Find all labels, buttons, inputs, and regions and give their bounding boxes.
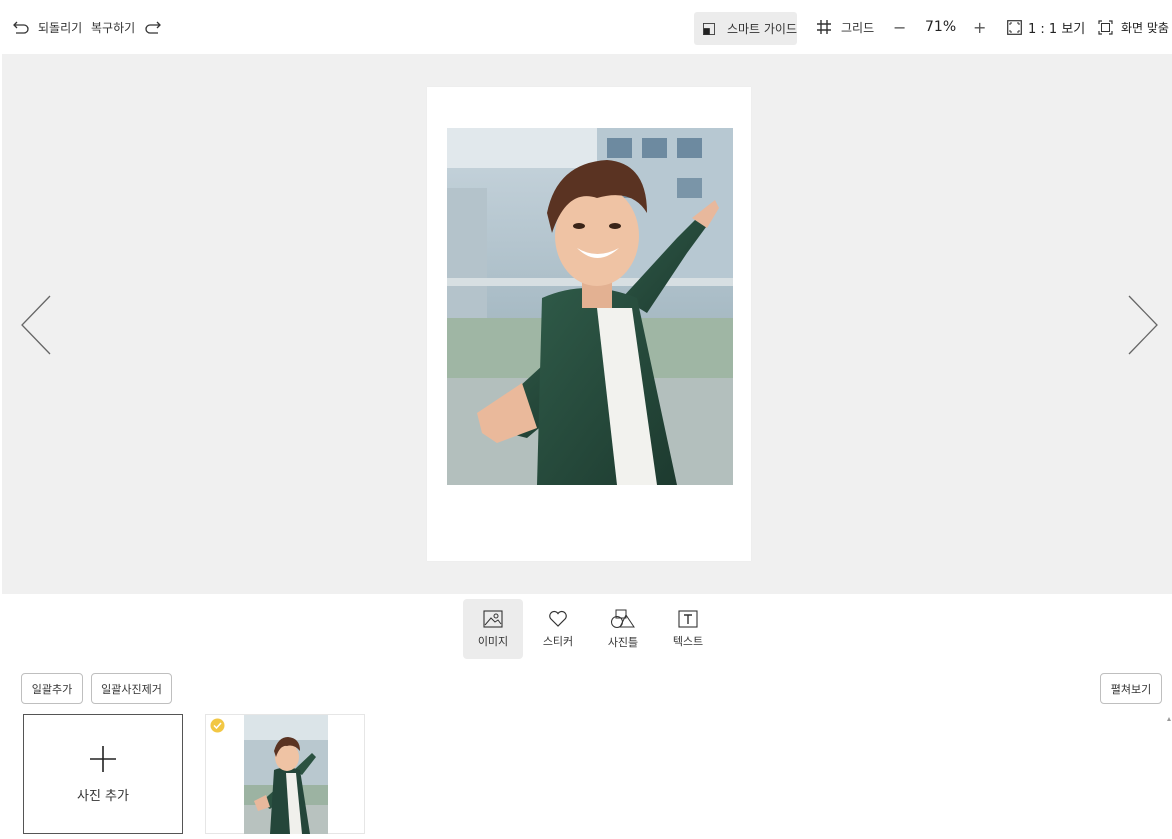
tab-image[interactable]: 이미지 xyxy=(463,599,523,659)
previous-page-button[interactable] xyxy=(19,294,53,356)
bulk-add-button[interactable]: 일괄추가 xyxy=(21,673,83,704)
tab-sticker-label: 스티커 xyxy=(542,634,574,648)
scroll-indicator[interactable] xyxy=(1166,716,1172,724)
tab-image-label: 이미지 xyxy=(477,634,509,648)
one-to-one-label: 1 : 1 보기 xyxy=(1028,21,1086,37)
image-icon xyxy=(483,609,503,628)
smart-guide-label: 스마트 가이드 xyxy=(726,22,797,36)
undo-label: 되돌리기 xyxy=(38,20,83,35)
top-toolbar: 되돌리기 복구하기 스마트 가이드 그리드 − 71% + 1 : 1 보기 화… xyxy=(0,0,1172,54)
chevron-left-icon xyxy=(21,295,51,355)
fit-screen-button[interactable]: 화면 맞춤 xyxy=(1098,0,1169,54)
redo-button[interactable]: 복구하기 xyxy=(91,0,162,54)
tab-text-label: 텍스트 xyxy=(672,634,704,648)
placed-photo[interactable] xyxy=(447,128,733,485)
check-badge-icon xyxy=(210,718,225,733)
actual-size-icon xyxy=(1007,19,1022,35)
redo-label: 복구하기 xyxy=(91,20,136,35)
add-photo-label: 사진 추가 xyxy=(77,788,129,804)
plus-icon xyxy=(90,745,116,772)
tab-photo-frame[interactable]: 사진틀 xyxy=(593,599,653,659)
edit-tool-tabs: 이미지 스티커 사진틀 텍스트 xyxy=(463,599,718,659)
photo-page xyxy=(427,87,751,561)
smart-guide-icon xyxy=(703,22,715,35)
fit-screen-label: 화면 맞춤 xyxy=(1121,20,1169,35)
zoom-in-button[interactable]: + xyxy=(973,0,986,54)
add-photo-button[interactable]: 사진 추가 xyxy=(23,714,183,834)
redo-icon xyxy=(145,21,162,34)
photo-thumbnail[interactable] xyxy=(205,714,365,834)
one-to-one-view-button[interactable]: 1 : 1 보기 xyxy=(1007,0,1085,54)
frame-shapes-icon xyxy=(611,609,635,628)
portrait-photo xyxy=(447,128,733,485)
tab-sticker[interactable]: 스티커 xyxy=(528,599,588,659)
spread-view-button[interactable]: 펼쳐보기 xyxy=(1100,673,1162,704)
grid-icon xyxy=(817,20,831,34)
zoom-out-button[interactable]: − xyxy=(893,0,906,54)
text-icon xyxy=(678,609,698,628)
heart-icon xyxy=(549,610,567,627)
chevron-right-icon xyxy=(1128,295,1158,355)
editor-canvas xyxy=(2,54,1172,594)
fit-screen-icon xyxy=(1098,19,1113,35)
thumbnail-image xyxy=(244,715,328,834)
grid-button[interactable]: 그리드 xyxy=(816,0,874,54)
tab-photo-frame-label: 사진틀 xyxy=(607,635,639,649)
bulk-remove-photos-button[interactable]: 일괄사진제거 xyxy=(91,673,172,704)
next-page-button[interactable] xyxy=(1126,294,1160,356)
undo-icon xyxy=(13,21,29,34)
smart-guide-button[interactable]: 스마트 가이드 xyxy=(694,12,797,45)
zoom-level: 71% xyxy=(925,19,957,35)
grid-label: 그리드 xyxy=(841,20,875,35)
undo-button[interactable]: 되돌리기 xyxy=(12,0,82,54)
tab-text[interactable]: 텍스트 xyxy=(658,599,718,659)
